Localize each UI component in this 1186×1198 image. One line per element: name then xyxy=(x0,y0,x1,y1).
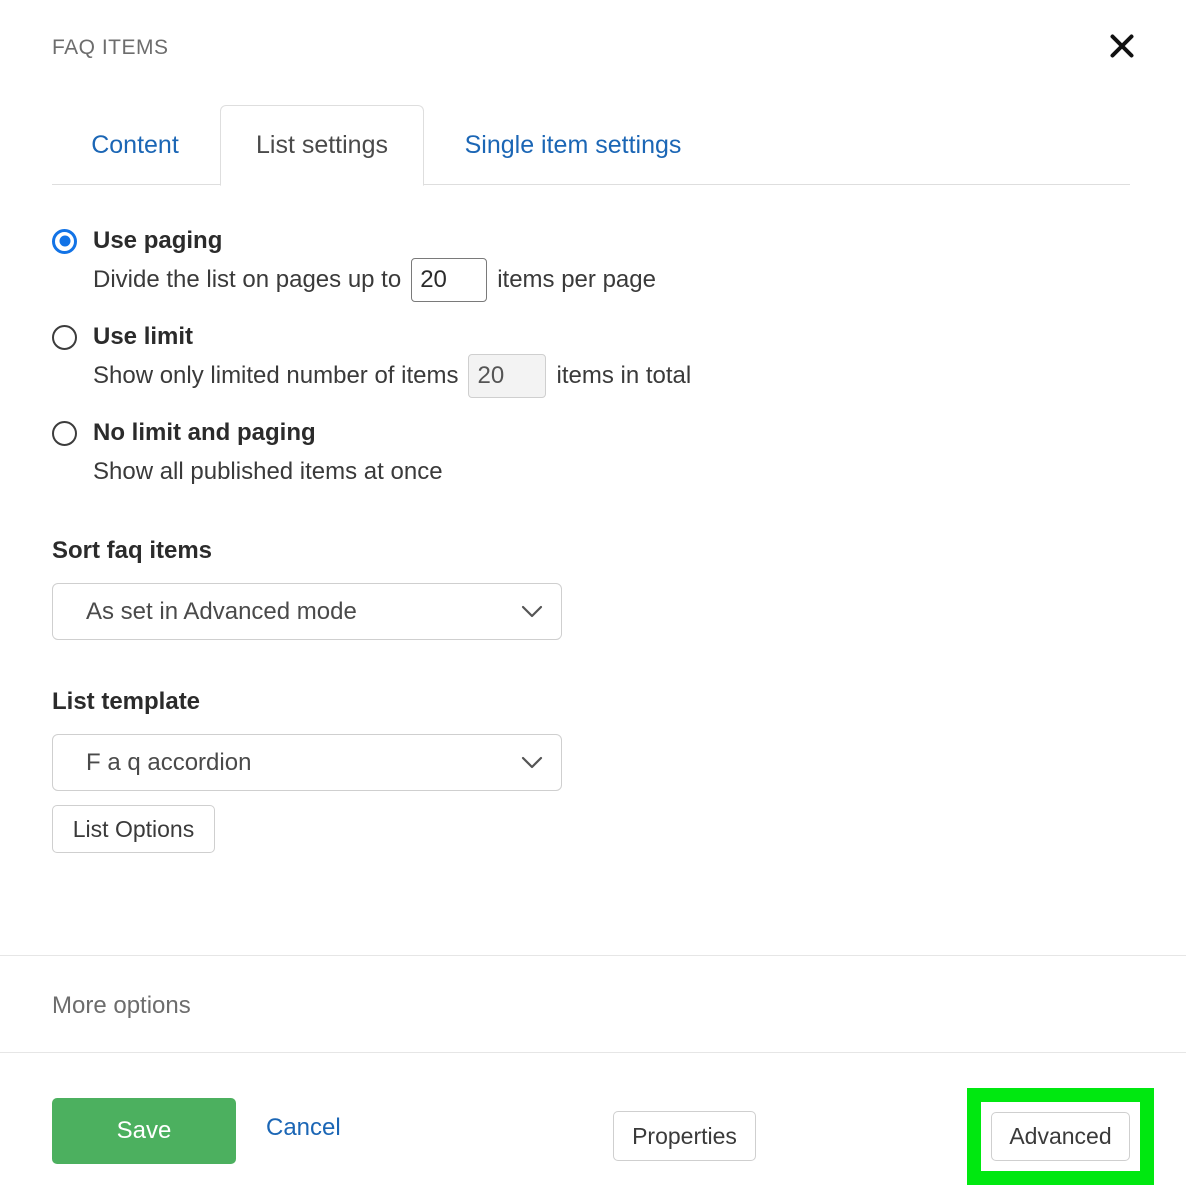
radio-row-use-limit[interactable]: Use limit xyxy=(52,321,691,353)
radio-use-paging[interactable] xyxy=(52,229,77,254)
radio-row-use-paging[interactable]: Use paging xyxy=(52,225,656,257)
paging-desc-before: Divide the list on pages up to xyxy=(93,266,401,294)
close-icon xyxy=(1109,33,1135,59)
more-options-band: More options xyxy=(0,955,1186,1053)
radio-label-use-paging: Use paging xyxy=(93,227,222,255)
radio-use-limit[interactable] xyxy=(52,325,77,350)
radio-no-limit-and-paging[interactable] xyxy=(52,421,77,446)
tab-content[interactable]: Content xyxy=(52,105,218,185)
dialog-header: FAQ ITEMS xyxy=(0,0,1186,92)
tab-list-settings[interactable]: List settings xyxy=(220,105,424,186)
list-template-label: List template xyxy=(52,688,200,716)
template-selected-value: F a q accordion xyxy=(86,749,521,777)
radio-label-no-limit: No limit and paging xyxy=(93,419,316,447)
option-use-limit: Use limit Show only limited number of it… xyxy=(52,321,691,399)
sort-faq-items-label: Sort faq items xyxy=(52,537,212,565)
advanced-button[interactable]: Advanced xyxy=(991,1112,1130,1161)
items-per-page-input[interactable] xyxy=(411,258,487,302)
list-template-select[interactable]: F a q accordion xyxy=(52,734,562,791)
list-settings-panel: Use paging Divide the list on pages up t… xyxy=(0,185,1186,955)
sort-faq-items-select[interactable]: As set in Advanced mode xyxy=(52,583,562,640)
page-title: FAQ ITEMS xyxy=(52,36,169,60)
cancel-button[interactable]: Cancel xyxy=(266,1114,341,1142)
list-options-button[interactable]: List Options xyxy=(52,805,215,853)
limit-desc-before: Show only limited number of items xyxy=(93,362,458,390)
paging-desc-after: items per page xyxy=(497,266,656,294)
no-limit-description: Show all published items at once xyxy=(93,449,443,495)
limit-desc-after: items in total xyxy=(556,362,691,390)
save-button[interactable]: Save xyxy=(52,1098,236,1164)
properties-button[interactable]: Properties xyxy=(613,1111,756,1161)
paging-description: Divide the list on pages up to items per… xyxy=(93,257,656,303)
chevron-down-icon xyxy=(521,756,543,770)
close-button[interactable] xyxy=(1100,24,1144,68)
option-use-paging: Use paging Divide the list on pages up t… xyxy=(52,225,656,303)
sort-selected-value: As set in Advanced mode xyxy=(86,598,521,626)
chevron-down-icon xyxy=(521,605,543,619)
radio-row-no-limit[interactable]: No limit and paging xyxy=(52,417,443,449)
option-no-limit-and-paging: No limit and paging Show all published i… xyxy=(52,417,443,495)
limit-description: Show only limited number of items items … xyxy=(93,353,691,399)
tab-bar: Content List settings Single item settin… xyxy=(52,105,1130,185)
more-options-link[interactable]: More options xyxy=(52,992,191,1020)
items-in-total-input[interactable] xyxy=(468,354,546,398)
radio-label-use-limit: Use limit xyxy=(93,323,193,351)
tab-single-item-settings[interactable]: Single item settings xyxy=(428,105,718,185)
